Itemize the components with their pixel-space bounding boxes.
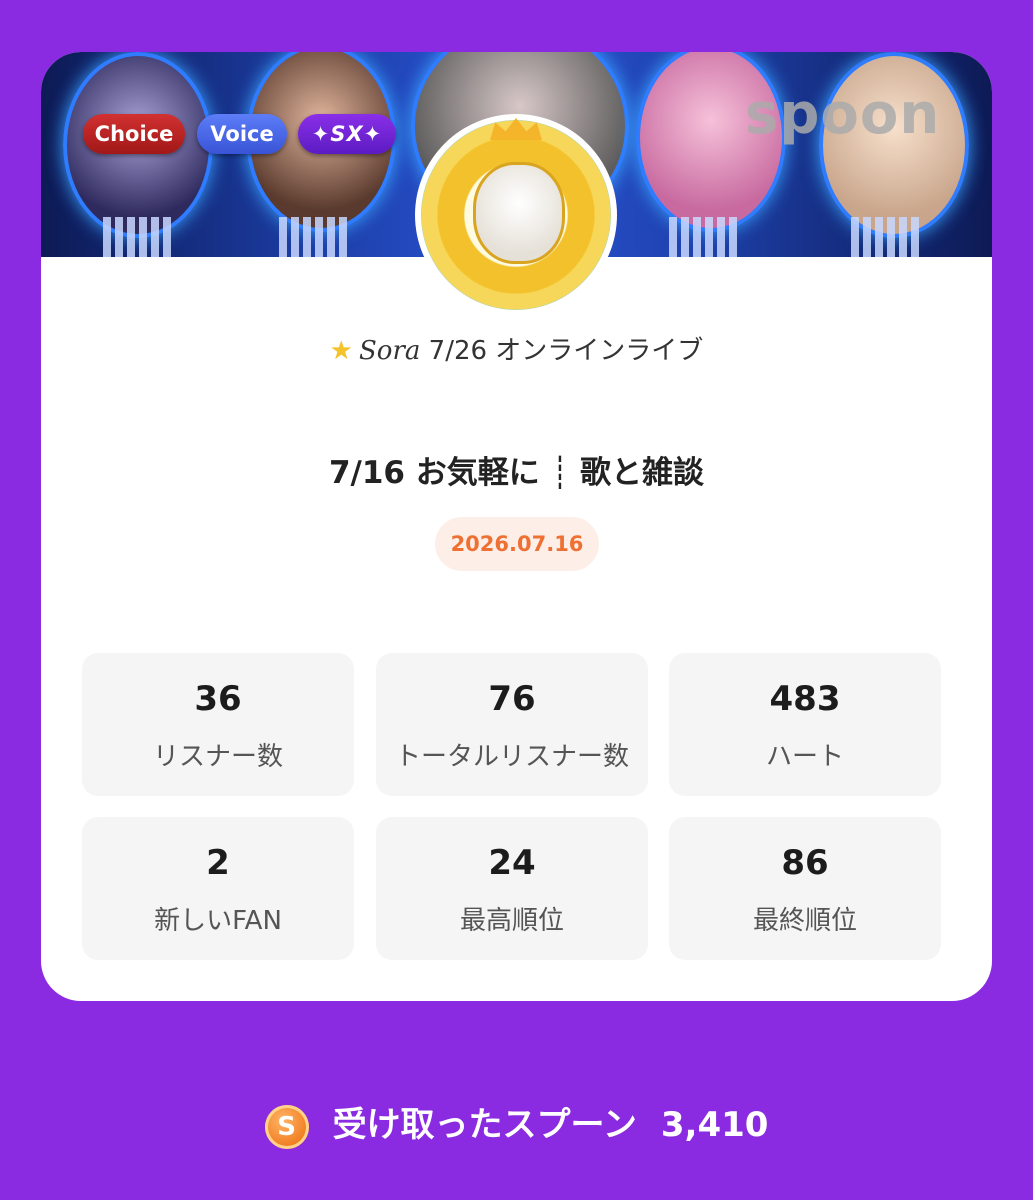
live-date-badge: 2026.07.16 <box>435 517 599 571</box>
stat-final-rank: 86 最終順位 <box>669 817 941 960</box>
spoons-amount: 3,410 <box>660 1105 769 1145</box>
avatar[interactable] <box>415 114 617 316</box>
spoons-label: 受け取ったスプーン <box>332 1105 637 1145</box>
spoons-received: S 受け取ったスプーン 3,410 <box>0 1099 1033 1151</box>
stat-label: 新しいFAN <box>154 906 282 936</box>
sx-badge: ✦SX✦ <box>298 114 396 154</box>
banner-decoration <box>851 217 921 257</box>
stat-value: 36 <box>194 679 242 719</box>
banner-decoration <box>279 217 349 257</box>
stat-label: ハート <box>765 742 844 772</box>
stat-total-listeners: 76 トータルリスナー数 <box>376 653 648 796</box>
stat-best-rank: 24 最高順位 <box>376 817 648 960</box>
voice-badge: Voice <box>197 114 287 154</box>
stat-value: 2 <box>206 843 230 883</box>
profile-event: 7/26 オンラインライブ <box>428 336 704 366</box>
stat-hearts: 483 ハート <box>669 653 941 796</box>
stat-label: トータルリスナー数 <box>394 742 629 772</box>
avatar-image <box>473 162 565 264</box>
stat-value: 483 <box>769 679 841 719</box>
profile-name: Sora <box>358 336 421 366</box>
profile-line: ★ Sora 7/26 オンラインライブ <box>41 330 992 367</box>
live-summary-card: spoon Choice Voice ✦SX✦ ★ Sora 7/26 オンライン… <box>41 52 992 1001</box>
star-icon: ★ <box>329 336 353 366</box>
choice-badge: Choice <box>83 114 185 154</box>
stat-label: リスナー数 <box>152 742 283 772</box>
stat-label: 最終順位 <box>752 906 857 936</box>
stat-value: 86 <box>781 843 829 883</box>
banner-decoration <box>103 217 173 257</box>
stat-value: 76 <box>488 679 536 719</box>
banner-decoration <box>669 217 739 257</box>
stat-value: 24 <box>488 843 536 883</box>
stat-new-fans: 2 新しいFAN <box>82 817 354 960</box>
stat-label: 最高順位 <box>459 906 564 936</box>
spoon-logo: spoon <box>745 82 941 147</box>
live-title: 7/16 お気軽に ┊ 歌と雑談 <box>328 455 705 491</box>
spoon-coin-icon: S <box>264 1104 309 1149</box>
stat-listeners: 36 リスナー数 <box>82 653 354 796</box>
